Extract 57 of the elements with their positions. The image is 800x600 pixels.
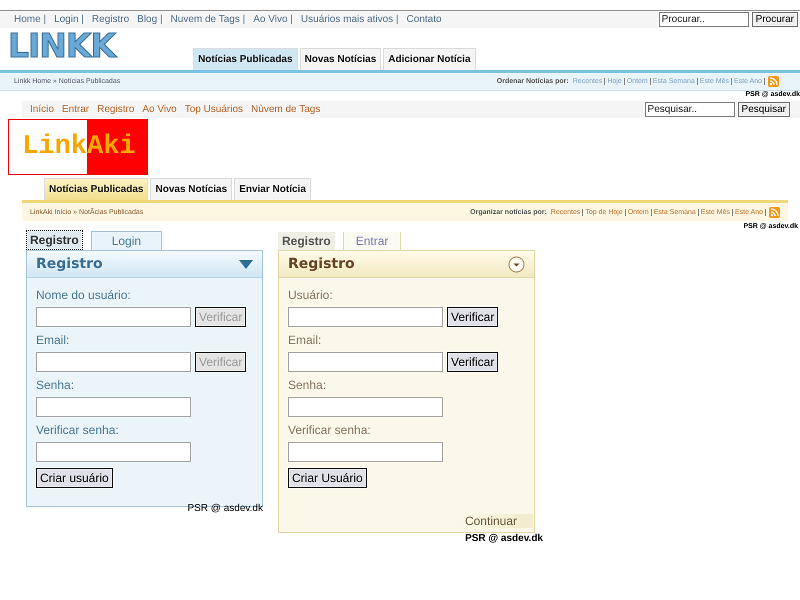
input-field[interactable] <box>36 352 191 372</box>
input-field[interactable] <box>36 307 191 327</box>
site-logo[interactable]: LINKK <box>8 26 116 65</box>
nav-tab[interactable]: Adicionar Notícia <box>383 48 476 70</box>
create-user-button[interactable]: Criar Usuário <box>288 468 367 488</box>
field-label: Usuário: <box>288 288 334 302</box>
nav-tab[interactable]: Enviar Notícia <box>234 178 311 200</box>
nav-link[interactable]: Usuários mais ativos | <box>296 14 403 24</box>
nav-tab[interactable]: Novas Notícias <box>150 178 232 200</box>
nav-link[interactable]: Nùvem de Tags <box>247 104 324 114</box>
panel-tab[interactable]: Entrar <box>342 232 402 250</box>
search-field[interactable]: Procurar.. <box>658 12 749 27</box>
panel-title: Registro <box>36 256 103 272</box>
nav-link[interactable]: Blog | <box>133 14 167 24</box>
nav-tab[interactable]: Notícias Publicadas <box>193 48 298 70</box>
input-field[interactable] <box>288 352 443 372</box>
search-button[interactable]: Pesquisar <box>738 102 790 117</box>
input-field[interactable] <box>36 442 191 462</box>
search-field[interactable]: Pesquisar.. <box>644 102 735 117</box>
verify-button[interactable]: Verificar <box>447 307 498 327</box>
nav-link[interactable]: Registro <box>93 104 138 114</box>
rss-icon[interactable] <box>768 76 779 87</box>
input-field[interactable] <box>288 442 443 462</box>
panel-tab[interactable]: Login <box>90 231 162 250</box>
nav-link[interactable]: Home | <box>10 14 50 24</box>
nav-link[interactable]: Início <box>26 104 58 114</box>
nav-link[interactable]: Registro <box>88 14 134 24</box>
panel-title: Registro <box>288 256 355 272</box>
input-field[interactable] <box>36 397 191 417</box>
nav-tab[interactable]: Notícias Publicadas <box>44 178 148 200</box>
create-user-button[interactable]: Criar usuário <box>36 468 113 488</box>
nav-link[interactable]: Login | <box>50 14 88 24</box>
field-label: Nome do usuário: <box>36 288 132 302</box>
nav-link[interactable]: Entrar <box>58 104 94 114</box>
nav-link[interactable]: Ao Vivo | <box>249 14 297 24</box>
field-label: Email: <box>36 333 70 347</box>
nav-link[interactable]: Top Usuários <box>180 104 248 114</box>
credit-text: PSR @ asdev.dk <box>187 503 263 514</box>
nav-link[interactable]: Contato <box>402 14 446 24</box>
panel-tab[interactable]: Registro <box>278 232 335 250</box>
field-label: Verificar senha: <box>36 423 120 437</box>
chevron-icon[interactable] <box>508 256 525 272</box>
input-field[interactable] <box>288 397 443 417</box>
input-field[interactable] <box>288 307 443 327</box>
field-label: Email: <box>288 333 322 347</box>
panel-tab[interactable]: Registro <box>26 230 83 250</box>
field-label: Senha: <box>288 378 328 392</box>
rss-icon[interactable] <box>769 206 780 218</box>
nav-tab[interactable]: Novas Notícias <box>300 48 382 70</box>
caret-icon[interactable] <box>239 260 253 268</box>
field-label: Senha: <box>36 378 76 392</box>
search-button[interactable]: Procurar <box>752 12 798 27</box>
field-label: Verificar senha: <box>288 423 372 437</box>
nav-link[interactable]: Nuvem de Tags | <box>166 14 250 24</box>
nav-link[interactable]: Ao Vivo <box>138 104 181 114</box>
verify-button[interactable]: Verificar <box>447 352 498 372</box>
credit-text: PSR @ asdev.dk <box>465 533 543 544</box>
